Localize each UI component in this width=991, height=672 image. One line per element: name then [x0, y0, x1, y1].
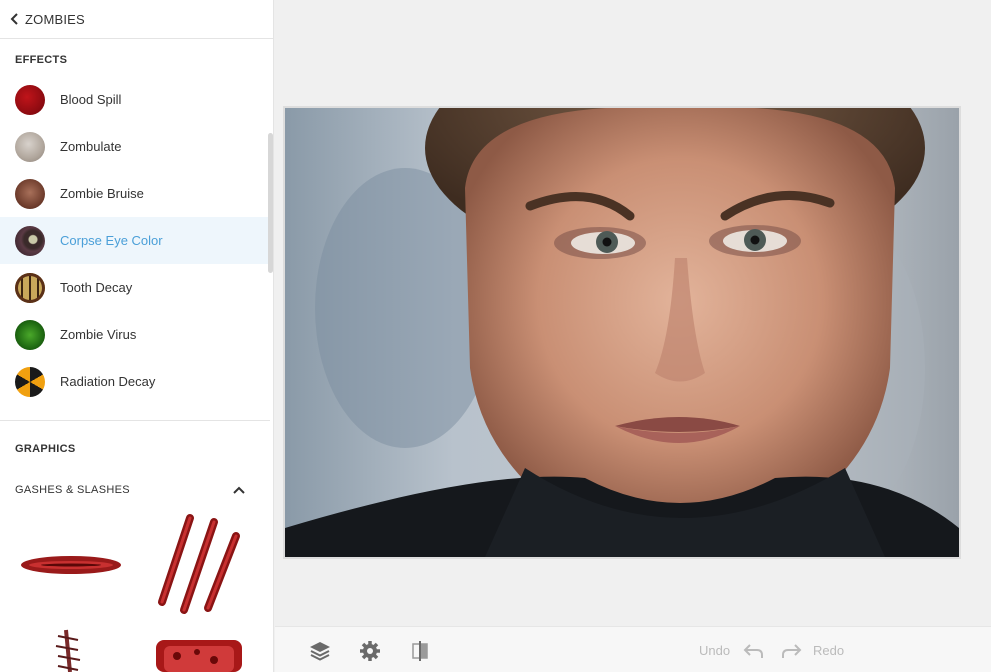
zombulate-thumbnail	[15, 131, 45, 162]
portrait-photo	[285, 108, 959, 557]
effect-radiation-decay[interactable]: Radiation Decay	[0, 358, 270, 405]
photo-canvas[interactable]	[283, 106, 961, 559]
effect-label: Zombie Virus	[60, 327, 137, 342]
blood-spill-thumbnail	[15, 84, 45, 115]
redo-arrow-icon[interactable]	[781, 642, 803, 660]
gear-icon[interactable]	[359, 640, 381, 662]
effects-section-label: EFFECTS	[15, 54, 68, 66]
wound-graphic[interactable]	[152, 632, 246, 672]
compare-icon[interactable]	[409, 640, 431, 662]
effect-label: Tooth Decay	[60, 280, 133, 295]
effect-blood-spill[interactable]: Blood Spill	[0, 76, 270, 123]
effect-zombulate[interactable]: Zombulate	[0, 123, 270, 170]
effect-label: Blood Spill	[60, 92, 122, 107]
effect-label: Corpse Eye Color	[60, 233, 163, 248]
redo-button[interactable]: Redo	[813, 643, 844, 658]
effect-label: Zombulate	[60, 139, 122, 154]
zombie-virus-thumbnail	[15, 319, 45, 350]
effects-sidebar: ZOMBIES EFFECTS Blood Spill Zombulate Zo…	[0, 0, 274, 672]
effect-label: Zombie Bruise	[60, 186, 144, 201]
effect-zombie-bruise[interactable]: Zombie Bruise	[0, 170, 270, 217]
gash-graphic-claw[interactable]	[152, 512, 246, 616]
gashes-slashes-toggle[interactable]: GASHES & SLASHES	[0, 478, 270, 502]
effect-corpse-eye-color[interactable]: Corpse Eye Color	[0, 217, 270, 264]
undo-arrow-icon[interactable]	[742, 642, 764, 660]
gashes-slashes-label: GASHES & SLASHES	[15, 484, 130, 496]
undo-button[interactable]: Undo	[699, 643, 730, 658]
chevron-left-icon	[10, 13, 18, 25]
corpse-eye-color-thumbnail	[15, 225, 45, 256]
radiation-decay-thumbnail	[15, 366, 45, 397]
back-to-categories-button[interactable]: ZOMBIES	[0, 0, 273, 39]
category-title: ZOMBIES	[25, 11, 85, 27]
effect-zombie-virus[interactable]: Zombie Virus	[0, 311, 270, 358]
stitches-graphic[interactable]	[48, 628, 88, 672]
effects-list: Blood Spill Zombulate Zombie Bruise Corp…	[0, 76, 270, 405]
layers-icon[interactable]	[309, 640, 331, 662]
section-divider	[0, 420, 270, 421]
tooth-decay-thumbnail	[15, 272, 45, 303]
zombie-bruise-thumbnail	[15, 178, 45, 209]
sidebar-scrollbar[interactable]	[268, 133, 273, 273]
chevron-up-icon	[233, 486, 245, 494]
gash-graphic-horizontal[interactable]	[18, 548, 124, 582]
graphics-section-label: GRAPHICS	[15, 443, 76, 455]
effect-label: Radiation Decay	[60, 374, 156, 389]
effect-tooth-decay[interactable]: Tooth Decay	[0, 264, 270, 311]
bottom-toolbar: Undo Redo	[275, 626, 991, 672]
